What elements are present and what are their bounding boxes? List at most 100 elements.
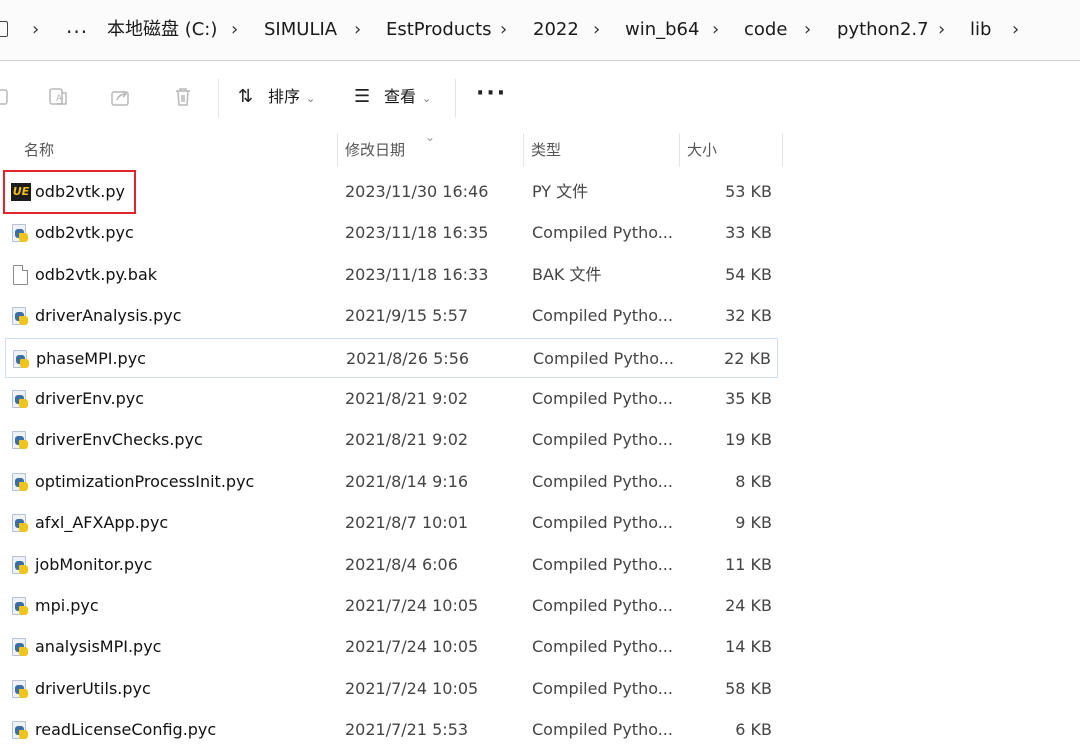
- file-type: Compiled Pytho...: [532, 637, 673, 657]
- file-type: Compiled Pytho...: [533, 348, 674, 368]
- chevron-right-icon[interactable]: ›: [500, 18, 507, 42]
- svg-text:A: A: [56, 94, 63, 104]
- breadcrumb-item[interactable]: python2.7: [837, 18, 929, 42]
- breadcrumb-item[interactable]: lib: [970, 18, 991, 42]
- chevron-right-icon[interactable]: ›: [938, 18, 945, 42]
- table-row[interactable]: driverEnvChecks.pyc 2021/8/21 9:02 Compile…: [5, 420, 778, 460]
- table-row[interactable]: driverAnalysis.pyc 2021/9/15 5:57 Compiled…: [5, 296, 778, 336]
- table-row[interactable]: odb2vtk.pyc 2023/11/18 16:35 Compiled Pyth…: [5, 213, 778, 253]
- file-name: afxl_AFXApp.pyc: [35, 513, 169, 533]
- table-row[interactable]: mpi.pyc 2021/7/24 10:05 Compiled Pytho... 2…: [5, 586, 778, 626]
- chevron-right-icon[interactable]: ›: [804, 18, 811, 42]
- python-icon: [12, 555, 28, 574]
- chevron-right-icon[interactable]: ›: [354, 18, 361, 42]
- breadcrumb-item[interactable]: SIMULIA: [264, 18, 337, 42]
- file-type: BAK 文件: [532, 264, 602, 284]
- column-header-row: 名称 ⌄ 修改日期 类型 大小: [0, 130, 1080, 169]
- chevron-right-icon[interactable]: ›: [1012, 18, 1019, 42]
- sort-indicator-icon: ⌄: [425, 130, 436, 144]
- column-header-name[interactable]: 名称: [24, 131, 54, 169]
- more-options-button[interactable]: ···: [476, 81, 507, 106]
- breadcrumb-item[interactable]: code: [744, 18, 787, 42]
- sort-arrows-icon: ⇅: [238, 86, 254, 107]
- delete-icon[interactable]: [172, 87, 194, 107]
- table-row[interactable]: jobMonitor.pyc 2021/8/4 6:06 Compiled Pyth…: [5, 545, 778, 585]
- column-header-type[interactable]: 类型: [531, 131, 561, 169]
- column-header-size[interactable]: 大小: [687, 131, 717, 169]
- file-size: 33 KB: [725, 223, 772, 243]
- table-row-selected[interactable]: phaseMPI.pyc 2021/8/26 5:56 Compiled Pytho…: [5, 337, 778, 378]
- file-size: 14 KB: [725, 637, 772, 657]
- table-row[interactable]: optimizationProcessInit.pyc 2021/8/14 9:1…: [5, 462, 778, 502]
- file-size: 9 KB: [735, 513, 772, 533]
- sort-label: 排序: [268, 87, 301, 106]
- file-size: 35 KB: [725, 389, 772, 408]
- file-type: Compiled Pytho...: [532, 471, 673, 491]
- file-modified-date: 2023/11/18 16:35: [345, 223, 489, 243]
- file-modified-date: 2021/8/26 5:56: [346, 348, 470, 368]
- table-row[interactable]: afxl_AFXApp.pyc 2021/8/7 10:01 Compiled Py…: [5, 503, 778, 543]
- chevron-right-icon[interactable]: ›: [593, 18, 600, 42]
- table-row[interactable]: driverEnv.pyc 2021/8/21 9:02 Compiled Pyth…: [5, 379, 778, 419]
- view-button[interactable]: ☰ 查看 ⌄: [354, 85, 431, 111]
- python-icon: [12, 472, 28, 491]
- file-modified-date: 2021/7/24 10:05: [345, 596, 479, 615]
- share-icon[interactable]: [110, 87, 132, 107]
- file-modified-date: 2021/8/21 9:02: [345, 389, 469, 408]
- column-resize-handle[interactable]: [679, 133, 680, 167]
- column-resize-handle[interactable]: [523, 133, 524, 167]
- file-name: mpi.pyc: [35, 596, 99, 615]
- breadcrumb-overflow-button[interactable]: ...: [66, 14, 88, 38]
- python-icon: [12, 431, 28, 450]
- column-resize-handle[interactable]: [782, 133, 783, 167]
- command-toolbar: A ⇅ 排序 ⌄ ☰ 查看 ⌄ ···: [0, 61, 1080, 131]
- file-type: Compiled Pytho...: [532, 678, 673, 698]
- table-row[interactable]: readLicenseConfig.pyc 2021/7/21 5:53 Compi…: [5, 710, 778, 750]
- chevron-right-icon[interactable]: ›: [231, 18, 238, 42]
- file-modified-date: 2021/8/4 6:06: [345, 554, 458, 574]
- column-header-date[interactable]: 修改日期: [345, 131, 405, 169]
- file-modified-date: 2021/7/21 5:53: [345, 720, 469, 740]
- breadcrumb-item[interactable]: 本地磁盘 (C:): [107, 18, 217, 42]
- file-type: Compiled Pytho...: [532, 389, 673, 408]
- file-name: driverAnalysis.pyc: [35, 306, 182, 326]
- file-modified-date: 2023/11/18 16:33: [345, 264, 489, 284]
- python-icon: [12, 721, 28, 740]
- cut-icon[interactable]: [0, 87, 14, 107]
- file-name: driverEnvChecks.pyc: [35, 430, 203, 450]
- file-name: driverEnv.pyc: [35, 389, 145, 408]
- table-row[interactable]: odb2vtk.py.bak 2023/11/18 16:33 BAK 文件 54 K…: [5, 255, 778, 295]
- breadcrumb-item[interactable]: 2022: [533, 18, 579, 42]
- file-modified-date: 2023/11/30 16:46: [345, 182, 489, 201]
- python-icon: [12, 679, 28, 698]
- toolbar-divider: [218, 79, 219, 117]
- file-size: 24 KB: [725, 596, 772, 615]
- file-type: Compiled Pytho...: [532, 513, 673, 533]
- file-size: 11 KB: [725, 554, 772, 574]
- chevron-right-icon[interactable]: ›: [32, 18, 39, 42]
- sort-button[interactable]: ⇅ 排序 ⌄: [238, 85, 315, 111]
- toolbar-divider: [455, 79, 456, 117]
- python-icon: [12, 224, 28, 243]
- highlight-annotation-box: [3, 170, 136, 214]
- folder-view-icon[interactable]: [0, 21, 8, 37]
- file-name: phaseMPI.pyc: [36, 348, 146, 368]
- file-name: driverUtils.pyc: [35, 678, 151, 698]
- python-icon: [12, 514, 28, 533]
- column-resize-handle[interactable]: [337, 133, 338, 167]
- table-row[interactable]: analysisMPI.pyc 2021/7/24 10:05 Compiled P…: [5, 627, 778, 667]
- file-size: 32 KB: [725, 306, 772, 326]
- file-name: optimizationProcessInit.pyc: [35, 471, 255, 491]
- breadcrumb-item[interactable]: EstProducts: [386, 18, 492, 42]
- python-icon: [12, 638, 28, 657]
- chevron-right-icon[interactable]: ›: [712, 18, 719, 42]
- copy-icon[interactable]: A: [48, 87, 70, 107]
- chevron-down-icon: ⌄: [306, 92, 316, 105]
- file-name: analysisMPI.pyc: [35, 637, 162, 657]
- table-row[interactable]: driverUtils.pyc 2021/7/24 10:05 Compiled P…: [5, 669, 778, 709]
- list-view-icon: ☰: [354, 86, 371, 107]
- file-name: odb2vtk.pyc: [35, 223, 134, 243]
- file-modified-date: 2021/9/15 5:57: [345, 306, 469, 326]
- breadcrumb-item[interactable]: win_b64: [625, 18, 699, 42]
- file-size: 53 KB: [725, 182, 772, 201]
